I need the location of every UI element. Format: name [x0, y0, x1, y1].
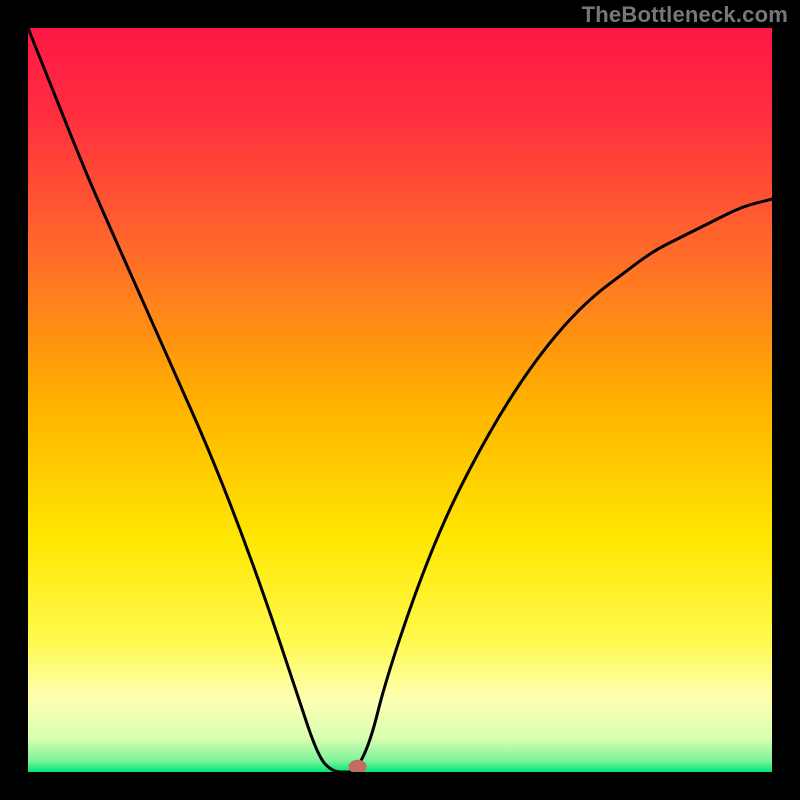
watermark-text: TheBottleneck.com — [582, 2, 788, 28]
chart-frame: TheBottleneck.com — [0, 0, 800, 800]
gradient-background — [28, 28, 772, 772]
bottleneck-chart — [28, 28, 772, 772]
plot-area — [28, 28, 772, 772]
